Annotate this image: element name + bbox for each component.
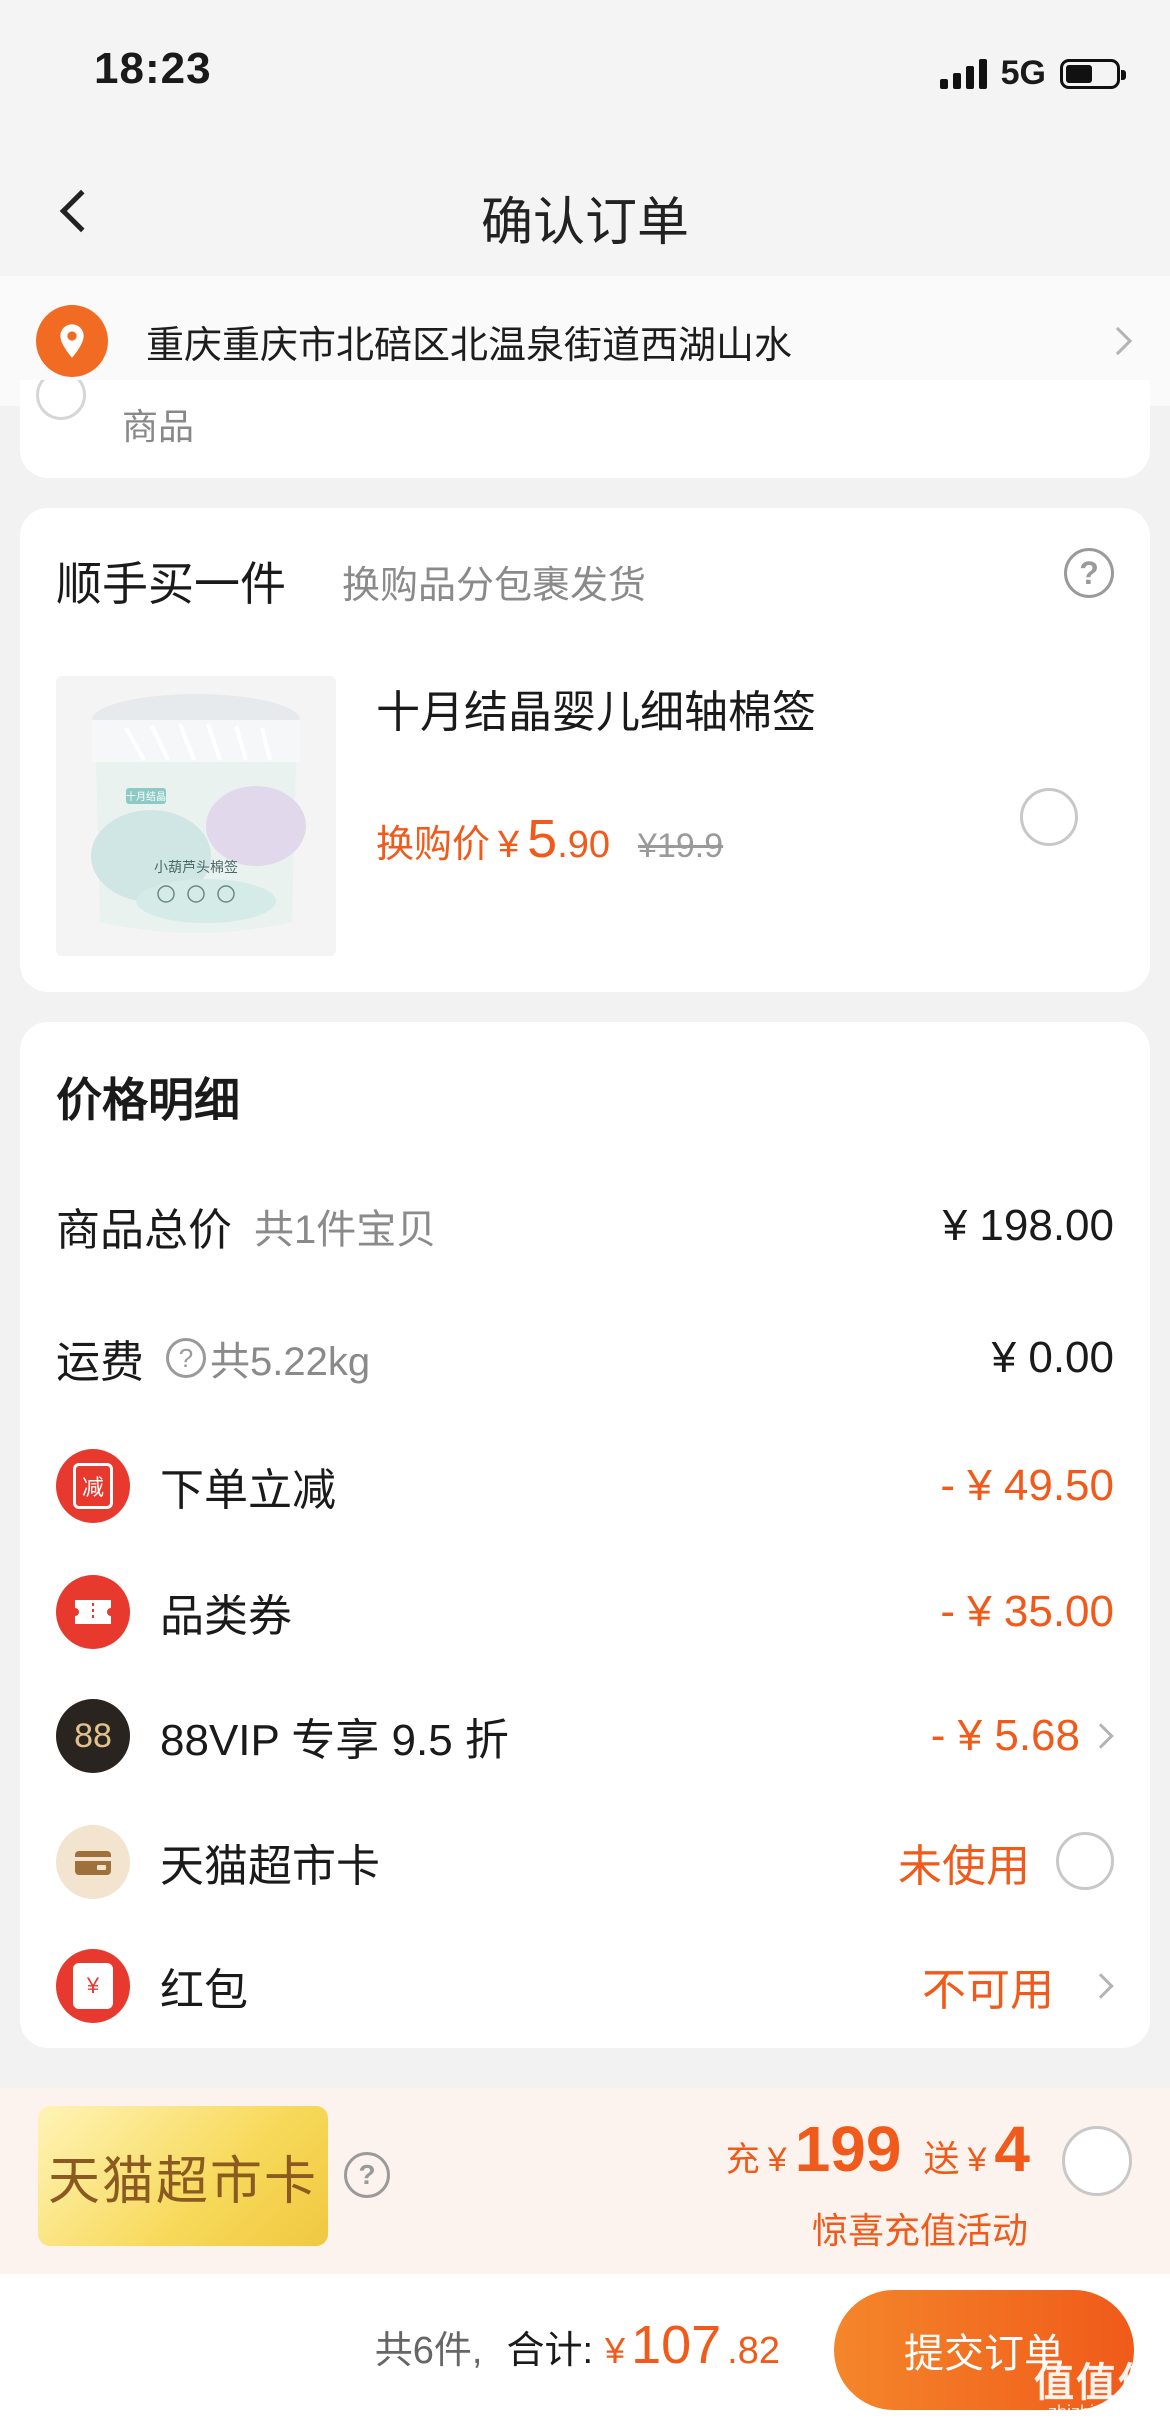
bonus-word: 送 [923, 2138, 960, 2179]
total-integer: 107 [631, 2315, 722, 2375]
red-packet-status: 不可用 [922, 1966, 1054, 2015]
original-price: ¥19.9 [638, 827, 724, 865]
price-decimal: .90 [557, 824, 611, 866]
category-coupon-value: - ¥ 35.00 [940, 1587, 1114, 1636]
goods-total-value: ¥ 198.00 [942, 1201, 1114, 1250]
promo-subtitle: 惊喜充值活动 [811, 2210, 1028, 2251]
product-brand-text: 十月结晶 [126, 790, 166, 803]
network-label: 5G [1000, 54, 1046, 92]
recharge-promo-bar: 天猫超市卡 ? 充 ¥ 199 送 ¥ 4 惊喜充值活动 [0, 2088, 1170, 2274]
total-label: 合计: [506, 2330, 594, 2372]
goods-label: 商品 [122, 406, 195, 447]
shipping-help-icon[interactable]: ? [166, 1338, 206, 1378]
total-decimal: .82 [727, 2330, 780, 2372]
recharge-offer: 充 ¥ 199 送 ¥ 4 [726, 2112, 1030, 2186]
status-time: 18:23 [94, 44, 212, 93]
product-name[interactable]: 十月结晶婴儿细轴棉签 [376, 676, 816, 740]
category-coupon-row: 品类券 - ¥ 35.00 [20, 1562, 1150, 1662]
product-price: 换购价 ¥ 5.90 ¥19.9 [376, 808, 723, 870]
vip-discount-row[interactable]: 88 88VIP 专享 9.5 折 - ¥ 5.68 [20, 1686, 1150, 1786]
tmall-market-card-badge: 天猫超市卡 [38, 2106, 328, 2246]
status-icons: 5G [939, 54, 1126, 93]
market-card-row: 天猫超市卡 未使用 [20, 1812, 1150, 1912]
instant-discount-row: 减 下单立减 - ¥ 49.50 [20, 1436, 1150, 1536]
location-pin-icon [36, 305, 108, 377]
chevron-left-icon [59, 189, 103, 233]
shipping-value: ¥ 0.00 [991, 1333, 1114, 1382]
discount-badge-icon: 减 [56, 1449, 130, 1523]
instant-discount-value: - ¥ 49.50 [940, 1461, 1114, 1510]
shipping-row: 运费 ? 共5.22kg ¥ 0.00 [20, 1308, 1150, 1408]
battery-icon [1060, 58, 1126, 89]
nav-bar: 确认订单 [0, 150, 1170, 276]
promo-help-icon[interactable]: ? [344, 2152, 390, 2198]
wallet-card-icon [56, 1825, 130, 1899]
order-total: 共6件, 合计: ¥ 107.82 [375, 2314, 780, 2376]
address-text: 重庆重庆市北碚区北温泉街道西湖山水 [146, 324, 793, 367]
red-packet-row[interactable]: ¥ 红包 不可用 [20, 1936, 1150, 2036]
currency-symbol: ¥ [498, 824, 520, 866]
red-packet-label: 红包 [160, 1966, 248, 2015]
page-title: 确认订单 [480, 194, 689, 252]
currency-symbol: ¥ [967, 2141, 987, 2179]
addon-select-radio[interactable] [1020, 788, 1078, 846]
recharge-prefix: 充 [725, 2141, 760, 2179]
currency-symbol: ¥ [767, 2141, 787, 2179]
red-packet-icon: ¥ [56, 1949, 130, 2023]
chevron-right-icon [1088, 1973, 1114, 1999]
status-bar: 18:23 5G [0, 0, 1170, 150]
goods-total-label: 商品总价 [56, 1206, 232, 1255]
checkout-bar: 共6件, 合计: ¥ 107.82 提交订单 值值值 zhizhizhi.com [0, 2274, 1170, 2430]
chevron-right-icon [1103, 326, 1133, 356]
market-card-radio[interactable] [1056, 1832, 1114, 1890]
back-button[interactable] [40, 176, 110, 246]
category-coupon-label: 品类券 [160, 1592, 292, 1641]
vip-88-icon: 88 [56, 1699, 130, 1773]
product-image[interactable]: 十月结晶 小葫芦头棉签 [56, 676, 336, 956]
item-count: 共6件, [374, 2330, 483, 2372]
market-card-label: 天猫超市卡 [160, 1842, 380, 1891]
goods-total-row: 商品总价 共1件宝贝 ¥ 198.00 [20, 1176, 1150, 1276]
vip-label: 88VIP 专享 9.5 折 [160, 1716, 509, 1765]
watermark-logo: 值值值 [1034, 2361, 1160, 2405]
shipping-weight: 共5.22kg [210, 1340, 371, 1384]
vip-value: - ¥ 5.68 [930, 1711, 1080, 1760]
help-icon[interactable]: ? [1064, 548, 1114, 598]
price-detail-card: 价格明细 商品总价 共1件宝贝 ¥ 198.00 运费 ? 共5.22kg ¥ … [20, 1022, 1150, 2048]
addon-title: 顺手买一件 [56, 558, 286, 610]
bonus-amount: 4 [994, 2113, 1030, 2185]
coupon-ticket-icon [56, 1575, 130, 1649]
instant-discount-label: 下单立减 [160, 1466, 336, 1515]
chevron-right-icon [1088, 1723, 1114, 1749]
product-image-label: 小葫芦头棉签 [154, 859, 238, 876]
signal-icon [939, 58, 987, 89]
goods-total-count: 共1件宝贝 [254, 1208, 437, 1252]
price-detail-title: 价格明细 [56, 1074, 240, 1126]
price-label: 换购价 [376, 824, 491, 866]
watermark-url: zhizhizhi.com [1047, 2402, 1156, 2422]
addon-subtitle: 换购品分包裹发货 [342, 565, 647, 607]
goods-card-partial: 商品 [20, 380, 1150, 478]
addon-card: 顺手买一件 换购品分包裹发货 ? 十月结晶 小葫芦头棉签 十月结晶婴儿细轴棉签 [20, 508, 1150, 992]
price-integer: 5 [527, 809, 558, 869]
shipping-label: 运费 [56, 1338, 144, 1387]
market-card-status: 未使用 [898, 1842, 1030, 1891]
currency-symbol: ¥ [605, 2330, 626, 2371]
recharge-amount: 199 [794, 2113, 902, 2185]
promo-select-radio[interactable] [1062, 2126, 1132, 2196]
